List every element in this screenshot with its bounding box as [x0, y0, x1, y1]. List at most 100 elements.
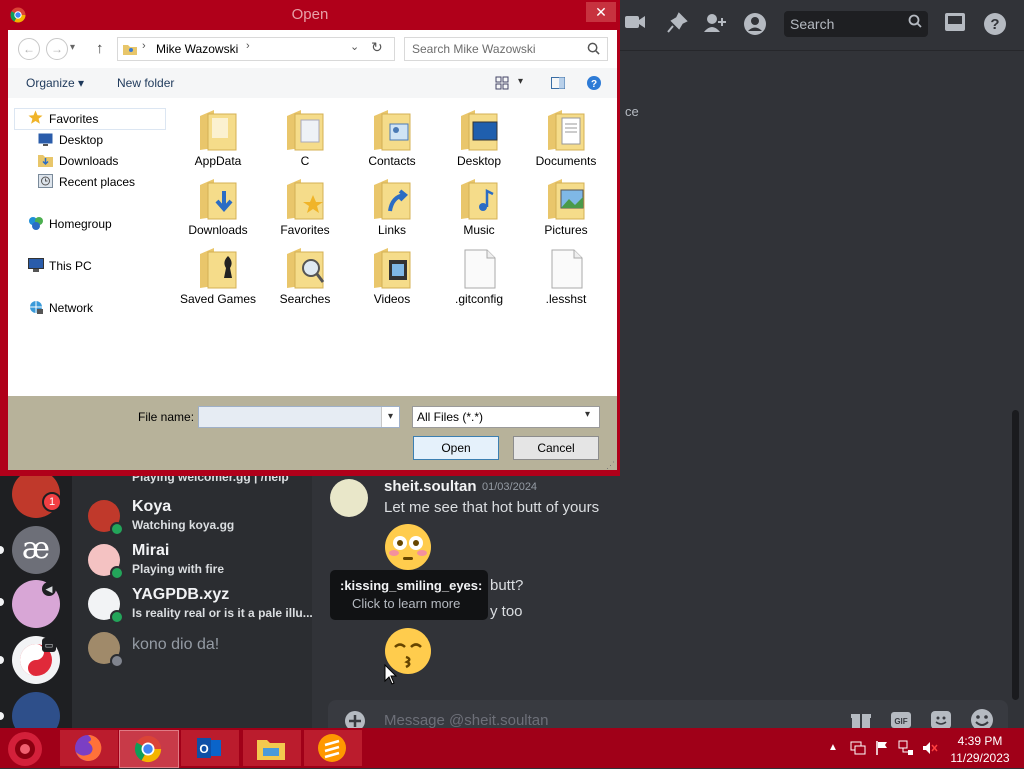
folder-c[interactable]: C: [263, 98, 347, 168]
organize-button[interactable]: Organize ▾: [26, 76, 84, 90]
add-friend-icon[interactable]: [702, 12, 728, 36]
downloads-folder-icon: [38, 155, 53, 167]
nav-desktop[interactable]: Desktop: [59, 133, 103, 147]
taskbar-outlook[interactable]: O: [181, 730, 239, 766]
folder-downloads[interactable]: Downloads: [176, 167, 260, 237]
dm-name: Mirai: [132, 542, 170, 559]
folder-contacts[interactable]: Contacts: [350, 98, 434, 168]
close-button[interactable]: ✕: [586, 2, 616, 22]
dm-item-yagpdb[interactable]: YAGPDB.xyz Is reality real or is it a pa…: [88, 586, 312, 626]
recent-locations-icon[interactable]: ▾: [70, 42, 75, 53]
view-dropdown-icon[interactable]: ▾: [518, 76, 523, 87]
resize-grip-icon[interactable]: ⋰: [606, 460, 615, 471]
folder-saved-games[interactable]: Saved Games: [176, 236, 260, 322]
file-type-select[interactable]: All Files (*.*) ▾: [412, 406, 600, 428]
folder-links[interactable]: Links: [350, 167, 434, 237]
search-field[interactable]: Search Mike Wazowski: [404, 37, 608, 61]
server-icon[interactable]: æ: [12, 526, 60, 574]
sticker-icon[interactable]: [930, 710, 952, 730]
pin-icon[interactable]: [664, 12, 690, 36]
current-folder[interactable]: Mike Wazowski: [156, 42, 238, 56]
profile-icon[interactable]: [742, 12, 768, 36]
help-icon[interactable]: ?: [982, 12, 1008, 36]
message-author[interactable]: sheit.soultan: [384, 478, 477, 495]
refresh-icon[interactable]: ↻: [371, 39, 383, 56]
folder-music[interactable]: Music: [437, 167, 521, 237]
author-avatar[interactable]: [330, 479, 368, 517]
nav-this-pc[interactable]: This PC: [49, 259, 92, 273]
dm-item-koya[interactable]: Koya Watching koya.gg: [88, 498, 308, 538]
documents-folder-icon: [548, 110, 585, 151]
preview-pane-icon[interactable]: [550, 75, 566, 91]
clock[interactable]: 4:39 PM 11/29/2023: [950, 734, 1010, 765]
dm-item-mirai[interactable]: Mirai Playing with fire: [88, 542, 308, 582]
folder-searches[interactable]: Searches: [263, 236, 347, 306]
inbox-icon[interactable]: [942, 12, 968, 36]
back-button[interactable]: ←: [18, 38, 40, 60]
partial-text: ce: [625, 104, 639, 119]
unread-pip: [0, 546, 4, 554]
new-folder-button[interactable]: New folder: [117, 76, 174, 90]
dm-status: Watching koya.gg: [132, 518, 235, 532]
nav-downloads[interactable]: Downloads: [59, 154, 118, 168]
folder-icon: [287, 110, 324, 151]
search-input[interactable]: Search: [784, 11, 928, 37]
help-icon[interactable]: ?: [586, 75, 602, 91]
desktop-folder-icon: [461, 110, 498, 151]
svg-text:GIF: GIF: [894, 717, 907, 726]
message-timestamp: 01/03/2024: [482, 481, 538, 493]
desktop-icon: [38, 133, 53, 146]
discord-header: Search ?: [620, 0, 1024, 51]
file-gitconfig[interactable]: .gitconfig: [437, 236, 521, 306]
folder-videos[interactable]: Videos: [350, 236, 434, 306]
start-button[interactable]: [8, 732, 42, 766]
forward-button[interactable]: →: [46, 38, 68, 60]
taskbar-file-explorer[interactable]: [243, 730, 301, 766]
command-bar: [8, 68, 617, 99]
up-arrow-icon[interactable]: ↑: [96, 40, 104, 57]
star-icon: [28, 110, 43, 124]
folder-desktop[interactable]: Desktop: [437, 98, 521, 168]
flushed-emoji-icon[interactable]: [384, 523, 432, 571]
show-hidden-icons[interactable]: ▲: [828, 742, 838, 753]
volume-muted-icon[interactable]: [922, 740, 938, 756]
folder-appdata[interactable]: AppData: [176, 98, 260, 168]
folder-icon: [200, 110, 237, 151]
nav-network[interactable]: Network: [49, 301, 93, 315]
open-button[interactable]: Open: [413, 436, 499, 460]
nav-recent-places[interactable]: Recent places: [59, 175, 135, 189]
nav-favorites[interactable]: Favorites: [49, 112, 98, 126]
breadcrumb-chevron-icon: ›: [246, 40, 250, 52]
file-type-value: All Files (*.*): [417, 410, 484, 424]
nav-homegroup[interactable]: Homegroup: [49, 217, 112, 231]
outlook-icon: O: [197, 738, 221, 758]
taskbar-firefox[interactable]: [60, 730, 118, 766]
dm-item-kono-dio-da[interactable]: kono dio da!: [88, 630, 308, 670]
folder-documents[interactable]: Documents: [524, 98, 608, 168]
chat-scrollbar[interactable]: [1012, 410, 1019, 700]
folder-favorites[interactable]: Favorites: [263, 167, 347, 237]
file-name-input[interactable]: [198, 406, 400, 428]
cancel-button[interactable]: Cancel: [513, 436, 599, 460]
tooltip-subtitle: Click to learn more: [352, 596, 461, 611]
file-lesshst[interactable]: .lesshst: [524, 236, 608, 306]
taskbar-sublime-merge[interactable]: [304, 730, 362, 766]
homegroup-icon: [29, 217, 43, 230]
view-options-icon[interactable]: [494, 75, 510, 91]
action-center-flag-icon[interactable]: [874, 740, 890, 756]
chrome-icon: [10, 7, 26, 23]
lan-icon[interactable]: [898, 740, 914, 756]
gif-icon[interactable]: GIF: [890, 710, 912, 730]
blank-file-icon: [551, 249, 583, 289]
search-placeholder: Search Mike Wazowski: [412, 42, 536, 56]
chevron-down-icon: ▾: [585, 409, 591, 420]
gift-icon[interactable]: [850, 710, 872, 730]
network-connection-icon[interactable]: [850, 740, 866, 756]
taskbar-chrome[interactable]: [119, 730, 179, 768]
message-input[interactable]: Message @sheit.soultan: [384, 712, 548, 729]
video-call-icon[interactable]: [622, 12, 648, 36]
file-label: .lesshst: [545, 292, 587, 306]
file-name-dropdown-icon[interactable]: ▾: [381, 407, 399, 427]
address-dropdown-icon[interactable]: ⌄: [350, 40, 359, 53]
folder-pictures[interactable]: Pictures: [524, 167, 608, 237]
